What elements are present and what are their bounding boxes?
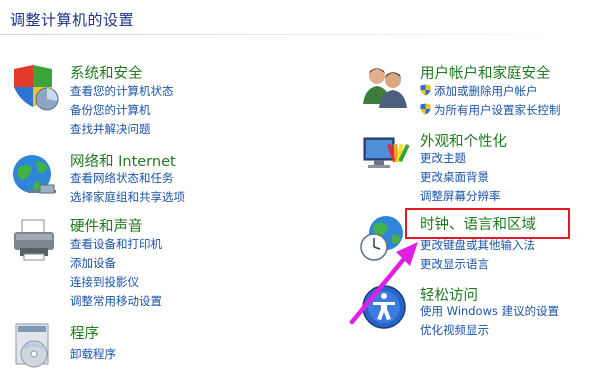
link-troubleshoot[interactable]: 查找并解决问题 [70,121,151,137]
shield-pie-icon [14,65,59,111]
link-optimize-visual-display[interactable]: 优化视频显示 [420,322,489,338]
users-icon [363,68,407,108]
link-change-desktop-background[interactable]: 更改桌面背景 [420,169,489,185]
category-title-network-internet[interactable]: 网络和 Internet [70,150,176,171]
network-globe-icon [13,155,56,194]
programs-disc-icon [15,323,49,368]
link-change-keyboard-input[interactable]: 更改键盘或其他输入法 [420,237,535,253]
link-connect-projector[interactable]: 连接到投影仪 [70,274,139,290]
link-backup-computer[interactable]: 备份您的计算机 [70,102,151,118]
link-add-device[interactable]: 添加设备 [70,255,116,271]
link-adjust-resolution[interactable]: 调整屏幕分辨率 [420,188,501,204]
monitor-palette-icon [363,137,410,168]
link-view-computer-status[interactable]: 查看您的计算机状态 [70,83,174,99]
category-title-system-security[interactable]: 系统和安全 [70,62,143,83]
link-windows-recommended-settings[interactable]: 使用 Windows 建议的设置 [420,303,559,319]
link-parental-controls[interactable]: 为所有用户设置家长控制 [434,102,561,118]
link-network-status[interactable]: 查看网络状态和任务 [70,170,174,186]
link-uninstall-program[interactable]: 卸载程序 [70,346,116,362]
category-title-appearance[interactable]: 外观和个性化 [420,130,507,151]
page-title: 调整计算机的设置 [10,11,135,29]
link-homegroup-sharing[interactable]: 选择家庭组和共享选项 [70,189,185,205]
category-title-hardware-sound[interactable]: 硬件和声音 [70,215,143,236]
uac-shield-icon [420,84,431,96]
title-divider [0,34,596,35]
category-title-programs[interactable]: 程序 [70,322,99,343]
link-change-theme[interactable]: 更改主题 [420,150,466,166]
category-title-clock-language-region[interactable]: 时钟、语言和区域 [420,213,536,234]
category-title-user-accounts[interactable]: 用户帐户和家庭安全 [420,62,551,83]
link-change-display-language[interactable]: 更改显示语言 [420,256,489,272]
uac-shield-icon [420,103,431,115]
link-devices-printers[interactable]: 查看设备和打印机 [70,236,162,252]
pointer-arrow-icon [349,242,418,325]
printer-icon [14,219,54,261]
link-add-remove-accounts[interactable]: 添加或删除用户帐户 [434,83,538,99]
link-mobility-settings[interactable]: 调整常用移动设置 [70,293,162,309]
